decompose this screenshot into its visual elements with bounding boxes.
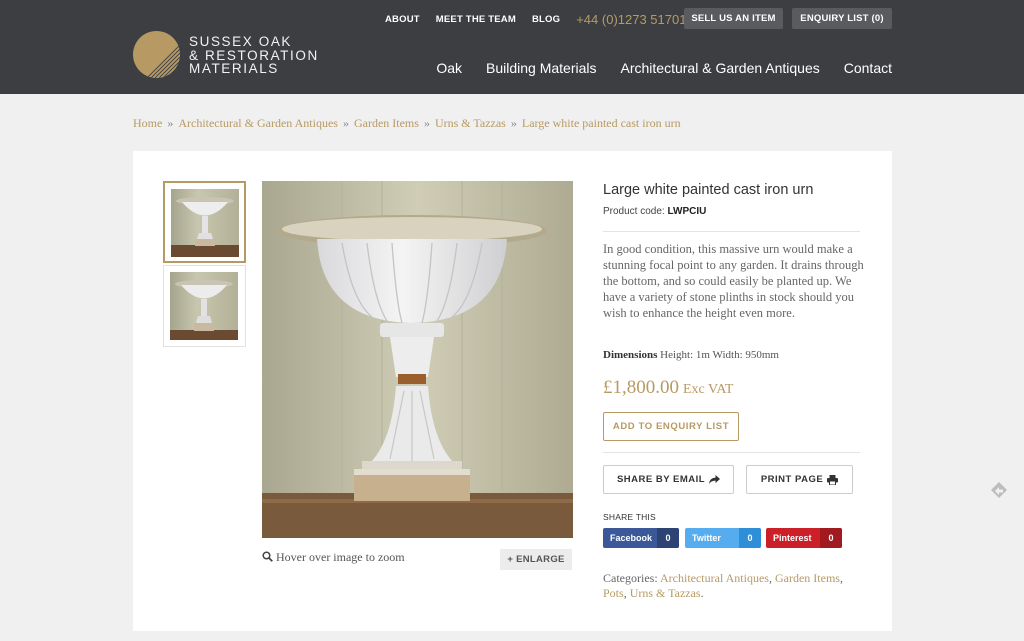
nav-building-materials[interactable]: Building Materials — [486, 60, 597, 76]
main-nav: Oak Building Materials Architectural & G… — [412, 60, 892, 76]
breadcrumb-urns-tazzas[interactable]: Urns & Tazzas — [435, 116, 506, 130]
category-link[interactable]: Architectural Antiques — [660, 571, 769, 585]
share-arrow-icon — [709, 475, 721, 484]
nav-architectural-garden-antiques[interactable]: Architectural & Garden Antiques — [621, 60, 820, 76]
logo-emblem — [133, 31, 180, 78]
product-code-value: LWPCIU — [667, 206, 707, 217]
dimensions-label: Dimensions — [603, 349, 658, 361]
breadcrumb-architectural-garden-antiques[interactable]: Architectural & Garden Antiques — [178, 116, 338, 130]
twitter-share-button[interactable]: Twitter 0 — [685, 528, 761, 548]
breadcrumb-home[interactable]: Home — [133, 116, 162, 130]
facebook-label: Facebook — [610, 533, 653, 543]
facebook-share-button[interactable]: Facebook 0 — [603, 528, 679, 548]
category-link[interactable]: Garden Items — [775, 571, 840, 585]
breadcrumb-separator: » — [510, 116, 517, 130]
top-nav: ABOUT MEET THE TEAM BLOG +44 (0)1273 517… — [385, 9, 705, 29]
pinterest-count: 0 — [820, 528, 842, 548]
product-categories: Categories: Architectural Antiques, Gard… — [603, 571, 843, 600]
zoom-hint: Hover over image to zoom — [262, 550, 405, 565]
sell-us-an-item-button[interactable]: SELL US AN ITEM — [684, 8, 783, 29]
site-header: SUSSEX OAK & RESTORATION MATERIALS ABOUT… — [0, 0, 1024, 94]
category-link[interactable]: Urns & Tazzas — [630, 586, 701, 600]
nav-blog[interactable]: BLOG — [532, 14, 560, 25]
print-page-button[interactable]: PRINT PAGE — [746, 465, 853, 494]
thumbnail-image — [171, 189, 239, 257]
pinterest-share-button[interactable]: Pinterest 0 — [766, 528, 842, 548]
twitter-label: Twitter — [692, 533, 721, 543]
product-code-label: Product code: — [603, 206, 665, 217]
thumbnail-image — [170, 272, 238, 340]
printer-icon — [827, 474, 839, 485]
breadcrumb: Home » Architectural & Garden Antiques » Gar… — [133, 116, 681, 131]
nav-meet-the-team[interactable]: MEET THE TEAM — [436, 14, 516, 25]
nav-oak[interactable]: Oak — [436, 60, 462, 76]
logo-line-2: & RESTORATION — [189, 47, 319, 63]
zoom-hint-text: Hover over image to zoom — [276, 550, 405, 564]
price-amount: £1,800.00 — [603, 377, 679, 398]
nav-about[interactable]: ABOUT — [385, 14, 420, 25]
floating-arrow-icon[interactable] — [989, 480, 1009, 500]
logo-line-3: MATERIALS — [189, 61, 279, 76]
dimensions-value: Height: 1m Width: 950mm — [660, 349, 779, 361]
product-price: £1,800.00 Exc VAT — [603, 377, 733, 399]
pinterest-label: Pinterest — [773, 533, 812, 543]
add-to-enquiry-list-button[interactable]: ADD TO ENQUIRY LIST — [603, 412, 739, 441]
category-link[interactable]: Pots — [603, 586, 624, 600]
product-dimensions: Dimensions Height: 1m Width: 950mm — [603, 349, 779, 361]
breadcrumb-separator: » — [342, 116, 349, 130]
enlarge-button[interactable]: + ENLARGE — [500, 549, 572, 570]
nav-contact[interactable]: Contact — [844, 60, 892, 76]
breadcrumb-separator: » — [167, 116, 174, 130]
enquiry-list-button[interactable]: ENQUIRY LIST (0) — [792, 8, 892, 29]
price-suffix: Exc VAT — [683, 382, 734, 397]
magnifier-icon — [262, 551, 273, 562]
product-main-image[interactable] — [262, 181, 573, 538]
divider — [603, 452, 860, 453]
product-code: Product code: LWPCIU — [603, 206, 706, 217]
breadcrumb-current[interactable]: Large white painted cast iron urn — [522, 116, 681, 130]
twitter-count: 0 — [739, 528, 761, 548]
product-thumbnail-1[interactable] — [163, 181, 246, 263]
categories-label: Categories: — [603, 571, 658, 585]
breadcrumb-separator: » — [423, 116, 430, 130]
share-this-label: SHARE THIS — [603, 512, 656, 522]
divider — [603, 231, 860, 232]
product-title: Large white painted cast iron urn — [603, 182, 814, 198]
facebook-count: 0 — [657, 528, 679, 548]
print-page-label: PRINT PAGE — [760, 474, 824, 485]
product-thumbnail-2[interactable] — [163, 265, 246, 347]
breadcrumb-garden-items[interactable]: Garden Items — [354, 116, 419, 130]
phone-number[interactable]: +44 (0)1273 517013 — [576, 12, 693, 27]
product-description: In good condition, this massive urn woul… — [603, 242, 864, 320]
logo-wordmark: SUSSEX OAK & RESTORATION MATERIALS — [189, 35, 319, 76]
share-by-email-label: SHARE BY EMAIL — [616, 474, 706, 485]
share-by-email-button[interactable]: SHARE BY EMAIL — [603, 465, 734, 494]
site-logo[interactable]: SUSSEX OAK & RESTORATION MATERIALS — [133, 31, 323, 79]
logo-line-1: SUSSEX OAK — [189, 34, 293, 49]
product-card: Hover over image to zoom + ENLARGE Large… — [133, 151, 892, 631]
